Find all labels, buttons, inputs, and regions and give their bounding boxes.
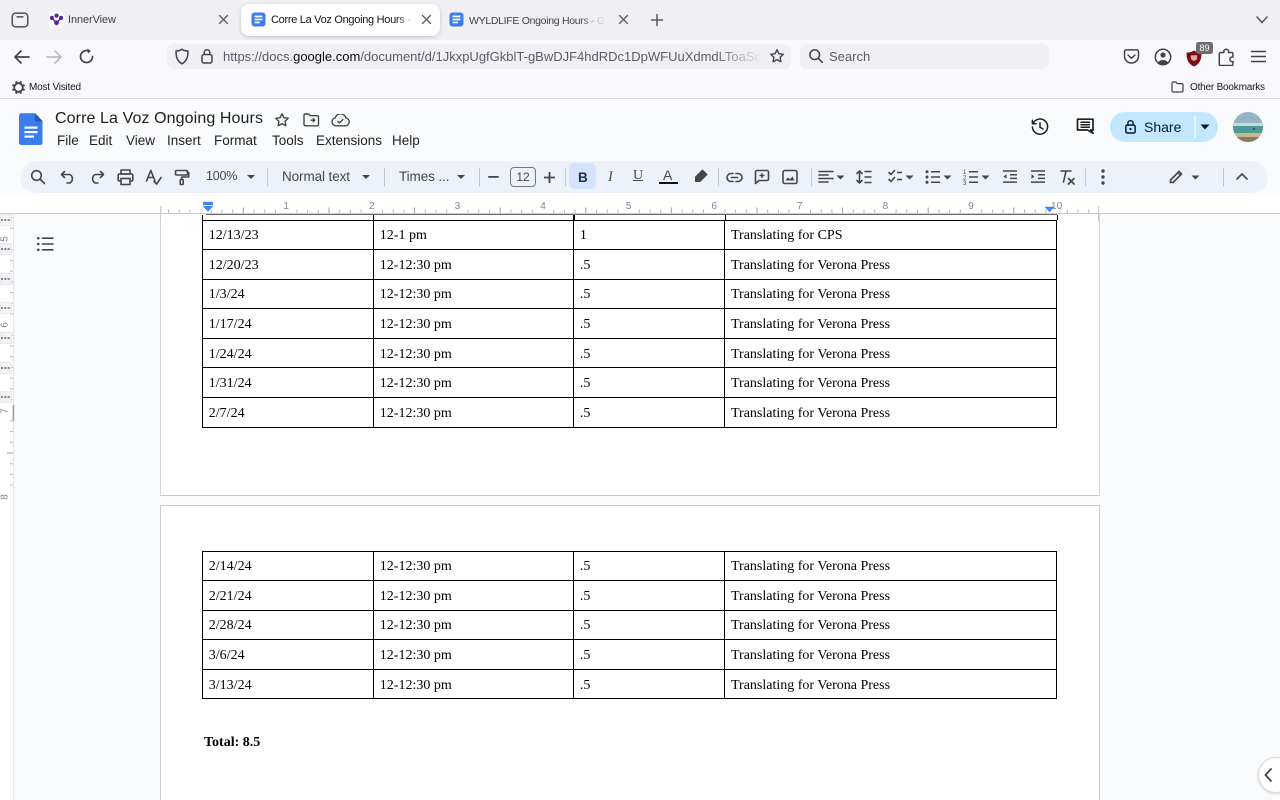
svg-text:1: 1: [283, 201, 289, 212]
svg-text:2: 2: [369, 201, 375, 212]
svg-text:7: 7: [0, 408, 11, 414]
svg-text:8: 8: [883, 201, 889, 212]
svg-text:5: 5: [626, 201, 632, 212]
svg-text:4: 4: [540, 201, 546, 212]
svg-text:7: 7: [797, 201, 803, 212]
svg-text:9: 9: [968, 201, 974, 212]
svg-text:6: 6: [711, 201, 717, 212]
svg-text:3: 3: [455, 201, 461, 212]
svg-text:3: 3: [963, 181, 967, 185]
svg-text:6: 6: [0, 322, 11, 328]
svg-text:10: 10: [1051, 201, 1063, 212]
svg-text:5: 5: [0, 236, 11, 242]
svg-text:8: 8: [0, 494, 11, 500]
